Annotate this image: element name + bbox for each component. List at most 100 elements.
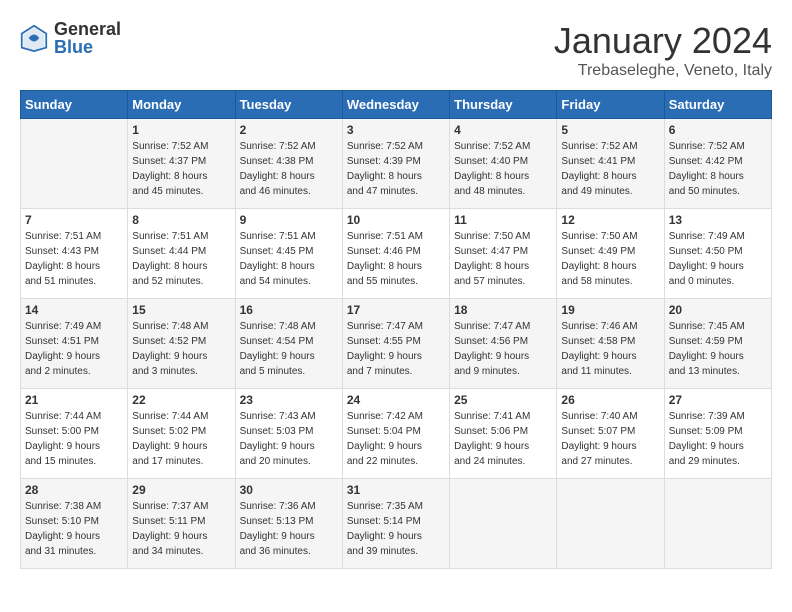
calendar-cell: 18Sunrise: 7:47 AM Sunset: 4:56 PM Dayli… [450, 299, 557, 389]
day-number: 17 [347, 303, 445, 317]
header-day-wednesday: Wednesday [342, 91, 449, 119]
week-row-3: 14Sunrise: 7:49 AM Sunset: 4:51 PM Dayli… [21, 299, 772, 389]
logo-blue-text: Blue [54, 38, 121, 56]
day-number: 20 [669, 303, 767, 317]
day-number: 11 [454, 213, 552, 227]
day-info: Sunrise: 7:52 AM Sunset: 4:39 PM Dayligh… [347, 139, 445, 199]
calendar-cell: 8 Sunrise: 7:51 AM Sunset: 4:44 PM Daylig… [128, 209, 235, 299]
day-number: 27 [669, 393, 767, 407]
calendar-cell: 21 Sunrise: 7:44 AM Sunset: 5:00 PM Dayli… [21, 389, 128, 479]
day-number: 12 [561, 213, 659, 227]
day-number: 31 [347, 483, 445, 497]
header-day-sunday: Sunday [21, 91, 128, 119]
calendar-cell: 30 Sunrise: 7:36 AM Sunset: 5:13 PM Dayli… [235, 479, 342, 569]
calendar-cell: 1Sunrise: 7:52 AM Sunset: 4:37 PM Daylig… [128, 119, 235, 209]
day-number: 30 [240, 483, 338, 497]
day-info: Sunrise: 7:51 AM Sunset: 4:46 PM Dayligh… [347, 229, 445, 289]
calendar-cell: 17 Sunrise: 7:47 AM Sunset: 4:55 PM Dayli… [342, 299, 449, 389]
calendar-body: 1Sunrise: 7:52 AM Sunset: 4:37 PM Daylig… [21, 119, 772, 569]
calendar-header: SundayMondayTuesdayWednesdayThursdayFrid… [21, 91, 772, 119]
logo-text: General Blue [54, 20, 121, 56]
calendar-cell: 19 Sunrise: 7:46 AM Sunset: 4:58 PM Dayli… [557, 299, 664, 389]
month-title: January 2024 [554, 20, 772, 62]
day-info: Sunrise: 7:48 AM Sunset: 4:54 PM Dayligh… [240, 319, 338, 379]
calendar-cell: 7 Sunrise: 7:51 AM Sunset: 4:43 PM Daylig… [21, 209, 128, 299]
day-number: 21 [25, 393, 123, 407]
calendar-cell: 31 Sunrise: 7:35 AM Sunset: 5:14 PM Dayli… [342, 479, 449, 569]
day-number: 10 [347, 213, 445, 227]
day-info: Sunrise: 7:52 AM Sunset: 4:41 PM Dayligh… [561, 139, 659, 199]
day-info: Sunrise: 7:44 AM Sunset: 5:00 PM Dayligh… [25, 409, 123, 469]
header-row: SundayMondayTuesdayWednesdayThursdayFrid… [21, 91, 772, 119]
day-info: Sunrise: 7:50 AM Sunset: 4:47 PM Dayligh… [454, 229, 552, 289]
title-section: January 2024 Trebaseleghe, Veneto, Italy [554, 20, 772, 80]
calendar-cell: 6 Sunrise: 7:52 AM Sunset: 4:42 PM Daylig… [664, 119, 771, 209]
day-number: 19 [561, 303, 659, 317]
calendar-cell: 20 Sunrise: 7:45 AM Sunset: 4:59 PM Dayli… [664, 299, 771, 389]
day-number: 6 [669, 123, 767, 137]
week-row-5: 28 Sunrise: 7:38 AM Sunset: 5:10 PM Dayli… [21, 479, 772, 569]
day-number: 14 [25, 303, 123, 317]
day-info: Sunrise: 7:35 AM Sunset: 5:14 PM Dayligh… [347, 499, 445, 559]
day-info: Sunrise: 7:43 AM Sunset: 5:03 PM Dayligh… [240, 409, 338, 469]
calendar-cell: 14Sunrise: 7:49 AM Sunset: 4:51 PM Dayli… [21, 299, 128, 389]
week-row-2: 7 Sunrise: 7:51 AM Sunset: 4:43 PM Daylig… [21, 209, 772, 299]
day-info: Sunrise: 7:42 AM Sunset: 5:04 PM Dayligh… [347, 409, 445, 469]
calendar-cell: 25Sunrise: 7:41 AM Sunset: 5:06 PM Dayli… [450, 389, 557, 479]
location-text: Trebaseleghe, Veneto, Italy [554, 62, 772, 80]
day-number: 7 [25, 213, 123, 227]
day-info: Sunrise: 7:40 AM Sunset: 5:07 PM Dayligh… [561, 409, 659, 469]
day-number: 26 [561, 393, 659, 407]
day-info: Sunrise: 7:52 AM Sunset: 4:42 PM Dayligh… [669, 139, 767, 199]
day-info: Sunrise: 7:45 AM Sunset: 4:59 PM Dayligh… [669, 319, 767, 379]
calendar-cell: 23 Sunrise: 7:43 AM Sunset: 5:03 PM Dayli… [235, 389, 342, 479]
day-number: 24 [347, 393, 445, 407]
day-info: Sunrise: 7:38 AM Sunset: 5:10 PM Dayligh… [25, 499, 123, 559]
day-number: 3 [347, 123, 445, 137]
calendar-cell: 2Sunrise: 7:52 AM Sunset: 4:38 PM Daylig… [235, 119, 342, 209]
day-info: Sunrise: 7:44 AM Sunset: 5:02 PM Dayligh… [132, 409, 230, 469]
calendar-cell: 4Sunrise: 7:52 AM Sunset: 4:40 PM Daylig… [450, 119, 557, 209]
day-info: Sunrise: 7:47 AM Sunset: 4:55 PM Dayligh… [347, 319, 445, 379]
week-row-1: 1Sunrise: 7:52 AM Sunset: 4:37 PM Daylig… [21, 119, 772, 209]
day-number: 8 [132, 213, 230, 227]
calendar-cell: 29 Sunrise: 7:37 AM Sunset: 5:11 PM Dayli… [128, 479, 235, 569]
calendar-cell: 9 Sunrise: 7:51 AM Sunset: 4:45 PM Daylig… [235, 209, 342, 299]
day-number: 9 [240, 213, 338, 227]
calendar-cell: 11 Sunrise: 7:50 AM Sunset: 4:47 PM Dayli… [450, 209, 557, 299]
day-number: 29 [132, 483, 230, 497]
calendar-cell [557, 479, 664, 569]
header-day-thursday: Thursday [450, 91, 557, 119]
day-info: Sunrise: 7:52 AM Sunset: 4:40 PM Dayligh… [454, 139, 552, 199]
day-number: 28 [25, 483, 123, 497]
week-row-4: 21 Sunrise: 7:44 AM Sunset: 5:00 PM Dayli… [21, 389, 772, 479]
day-number: 5 [561, 123, 659, 137]
day-number: 15 [132, 303, 230, 317]
day-info: Sunrise: 7:48 AM Sunset: 4:52 PM Dayligh… [132, 319, 230, 379]
day-info: Sunrise: 7:46 AM Sunset: 4:58 PM Dayligh… [561, 319, 659, 379]
calendar-cell: 16Sunrise: 7:48 AM Sunset: 4:54 PM Dayli… [235, 299, 342, 389]
calendar-table: SundayMondayTuesdayWednesdayThursdayFrid… [20, 90, 772, 569]
day-number: 2 [240, 123, 338, 137]
calendar-cell: 15 Sunrise: 7:48 AM Sunset: 4:52 PM Dayli… [128, 299, 235, 389]
calendar-cell: 3 Sunrise: 7:52 AM Sunset: 4:39 PM Daylig… [342, 119, 449, 209]
day-number: 18 [454, 303, 552, 317]
calendar-cell [21, 119, 128, 209]
calendar-cell: 28 Sunrise: 7:38 AM Sunset: 5:10 PM Dayli… [21, 479, 128, 569]
calendar-cell: 22 Sunrise: 7:44 AM Sunset: 5:02 PM Dayli… [128, 389, 235, 479]
day-info: Sunrise: 7:51 AM Sunset: 4:45 PM Dayligh… [240, 229, 338, 289]
logo: General Blue [20, 20, 121, 56]
calendar-cell [664, 479, 771, 569]
header-day-saturday: Saturday [664, 91, 771, 119]
day-info: Sunrise: 7:51 AM Sunset: 4:43 PM Dayligh… [25, 229, 123, 289]
day-info: Sunrise: 7:51 AM Sunset: 4:44 PM Dayligh… [132, 229, 230, 289]
header-day-monday: Monday [128, 91, 235, 119]
day-info: Sunrise: 7:36 AM Sunset: 5:13 PM Dayligh… [240, 499, 338, 559]
day-number: 23 [240, 393, 338, 407]
day-info: Sunrise: 7:49 AM Sunset: 4:50 PM Dayligh… [669, 229, 767, 289]
calendar-cell [450, 479, 557, 569]
day-info: Sunrise: 7:37 AM Sunset: 5:11 PM Dayligh… [132, 499, 230, 559]
day-info: Sunrise: 7:41 AM Sunset: 5:06 PM Dayligh… [454, 409, 552, 469]
day-info: Sunrise: 7:50 AM Sunset: 4:49 PM Dayligh… [561, 229, 659, 289]
day-number: 22 [132, 393, 230, 407]
